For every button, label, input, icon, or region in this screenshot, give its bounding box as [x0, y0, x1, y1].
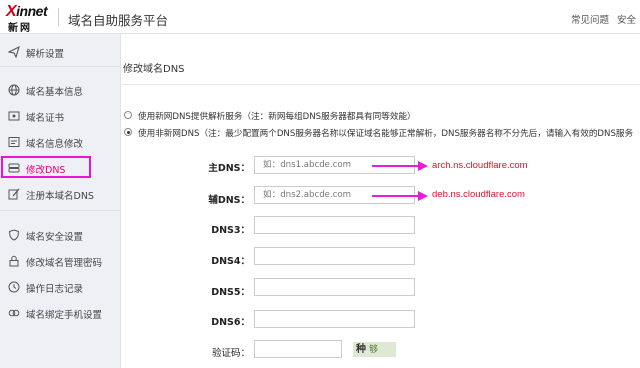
captcha-input[interactable] [254, 340, 342, 358]
sidebar-item-label: 修改域名管理密码 [26, 258, 103, 269]
sidebar-item-logs[interactable]: 操作日志记录 [0, 277, 121, 297]
dns3-input[interactable] [254, 216, 415, 234]
logo-chinese: 新网 [8, 23, 32, 34]
sidebar-item-password[interactable]: 修改域名管理密码 [0, 251, 121, 271]
link-icon [8, 309, 20, 317]
sidebar-item-dns-settings[interactable]: 解析设置 [0, 42, 121, 62]
sidebar-divider [0, 66, 121, 67]
dns6-label: DNS6： [211, 317, 250, 328]
header-divider [58, 8, 59, 26]
sidebar: 解析设置 域名基本信息 域名证书 域名信息修改 修改DNS 注册本域名DNS 域… [0, 34, 121, 368]
captcha-char: 够 [369, 345, 382, 355]
main-content: 修改域名DNS 使用新网DNS提供解析服务（注：新网每组DNS服务器都具有同等效… [122, 34, 640, 368]
page-title: 修改域名DNS [123, 64, 185, 75]
annotation-primary-ns: arch.ns.cloudflare.com [432, 160, 528, 171]
sidebar-item-label: 注册本域名DNS [26, 191, 94, 202]
annotation-arrow [372, 161, 428, 171]
radio-button[interactable] [124, 111, 132, 119]
title-divider [122, 84, 640, 85]
secondary-dns-label: 辅DNS： [208, 195, 250, 206]
dns6-input[interactable] [254, 310, 415, 328]
sidebar-item-label: 操作日志记录 [26, 284, 84, 295]
dns3-label: DNS3： [211, 225, 250, 236]
sidebar-item-domain-info[interactable]: 域名基本信息 [0, 80, 121, 100]
faq-link[interactable]: 常见问题 [571, 12, 609, 26]
xinnet-logo[interactable]: Xinnet 新网 [6, 3, 54, 34]
id-card-icon [8, 137, 20, 147]
send-icon [8, 46, 20, 58]
primary-dns-label: 主DNS： [208, 163, 250, 174]
sidebar-item-label: 解析设置 [26, 49, 65, 60]
sidebar-item-certificate[interactable]: 域名证书 [0, 106, 121, 126]
sidebar-item-label: 域名基本信息 [26, 87, 84, 98]
captcha-char: 种 [356, 344, 369, 355]
sidebar-item-security[interactable]: 域名安全设置 [0, 225, 121, 245]
dns5-label: DNS5： [211, 287, 250, 298]
lock-icon [9, 255, 19, 267]
annotation-secondary-ns: deb.ns.cloudflare.com [432, 189, 525, 200]
top-header: Xinnet 新网 域名自助服务平台 常见问题 安全 [0, 0, 640, 34]
sidebar-item-label: 域名安全设置 [26, 232, 84, 243]
security-link[interactable]: 安全 [617, 12, 636, 26]
server-icon [8, 163, 20, 173]
sidebar-item-label: 修改DNS [26, 165, 66, 176]
sidebar-item-info-edit[interactable]: 域名信息修改 [0, 132, 121, 152]
site-title: 域名自助服务平台 [68, 13, 169, 28]
sidebar-item-label: 域名信息修改 [26, 139, 84, 150]
clock-icon [8, 281, 20, 293]
globe-icon [8, 84, 20, 96]
dns4-input[interactable] [254, 247, 415, 265]
sidebar-item-phone-binding[interactable]: 域名绑定手机设置 [0, 303, 121, 323]
shield-icon [8, 229, 20, 241]
sidebar-divider [0, 210, 121, 211]
radio-label: 使用新网DNS提供解析服务（注：新网每组DNS服务器都具有同等效能） [138, 112, 416, 122]
sidebar-item-register-dns[interactable]: 注册本域名DNS [0, 184, 121, 204]
sidebar-item-label: 域名绑定手机设置 [26, 310, 103, 321]
radio-label: 使用非新网DNS（注：最少配置两个DNS服务器名称以保证域名能够正常解析，DNS… [138, 129, 634, 139]
captcha-label: 验证码： [211, 348, 250, 359]
radio-button[interactable] [124, 128, 132, 136]
captcha-image[interactable]: 种够 [353, 342, 396, 357]
annotation-arrow [372, 191, 428, 201]
sidebar-item-modify-dns[interactable]: 修改DNS [0, 156, 121, 178]
edit-icon [8, 188, 20, 200]
dns4-label: DNS4： [211, 256, 250, 267]
dns5-input[interactable] [254, 278, 415, 296]
sidebar-item-label: 域名证书 [26, 113, 65, 124]
certificate-icon [8, 111, 20, 121]
